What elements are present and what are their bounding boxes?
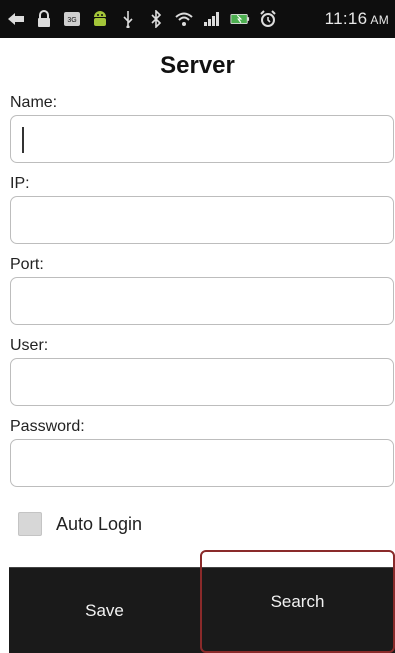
user-label: User:: [10, 337, 49, 354]
page-title: Server: [160, 52, 235, 79]
status-clock: 11:16 AM: [325, 9, 389, 29]
text-cursor: [22, 127, 24, 153]
auto-login-label: Auto Login: [56, 513, 143, 534]
ip-label: IP:: [10, 175, 30, 192]
status-bar: 3G 11:16 AM: [0, 0, 395, 38]
search-button[interactable]: Search: [200, 550, 395, 653]
svg-text:3G: 3G: [67, 17, 76, 24]
auto-login-row[interactable]: Auto Login: [18, 512, 142, 536]
3g-icon: 3G: [62, 9, 82, 29]
password-field[interactable]: [10, 439, 394, 487]
lock-icon: [34, 9, 54, 29]
alarm-icon: [258, 9, 278, 29]
user-field[interactable]: [10, 358, 394, 406]
battery-icon: [230, 9, 250, 29]
port-field[interactable]: [10, 277, 394, 325]
name-label: Name:: [10, 94, 58, 111]
name-field[interactable]: [10, 115, 394, 163]
status-icons: 3G: [6, 9, 278, 29]
button-bar: Save Search: [9, 550, 395, 653]
signal-icon: [202, 9, 222, 29]
port-label: Port:: [10, 256, 44, 273]
android-icon: [90, 9, 110, 29]
clock-time: 11:16: [324, 9, 368, 28]
wifi-icon: [174, 9, 194, 29]
save-button[interactable]: Save: [9, 568, 200, 653]
auto-login-checkbox[interactable]: [18, 512, 42, 536]
bluetooth-icon: [146, 9, 166, 29]
clock-ampm: AM: [370, 13, 389, 27]
password-label: Password:: [10, 418, 85, 435]
usb-icon: [118, 9, 138, 29]
back-icon: [6, 9, 26, 29]
ip-field[interactable]: [10, 196, 394, 244]
